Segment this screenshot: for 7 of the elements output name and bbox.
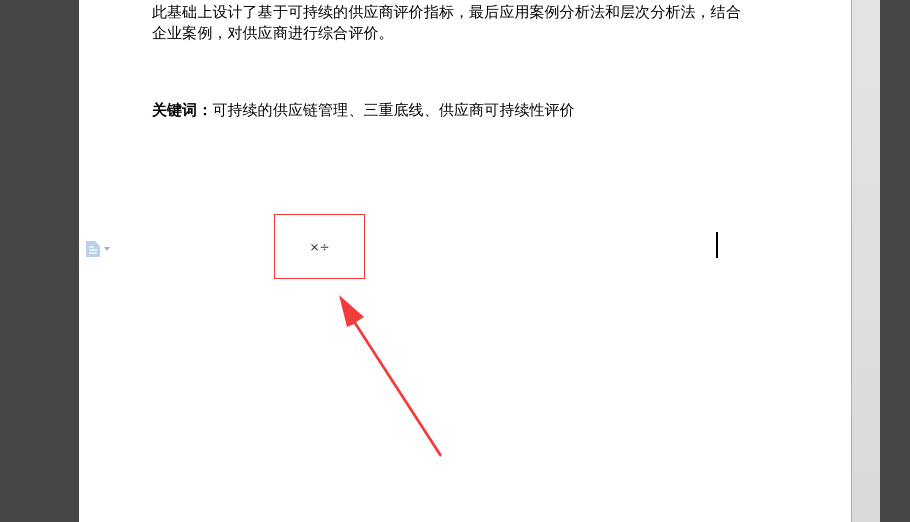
caret-icon[interactable] — [104, 247, 110, 251]
document-icon[interactable] — [86, 241, 100, 257]
body-text: 此基础上设计了基于可持续的供应商评价指标，最后应用案例分析法和层次分析法，结合 — [152, 2, 741, 23]
equation-box[interactable]: ×÷ — [274, 214, 365, 279]
body-text: 企业案例，对供应商进行综合评价。 — [152, 23, 394, 44]
keywords-line: 关键词：可持续的供应链管理、三重底线、供应商可持续性评价 — [152, 100, 575, 121]
text-cursor — [716, 232, 718, 258]
